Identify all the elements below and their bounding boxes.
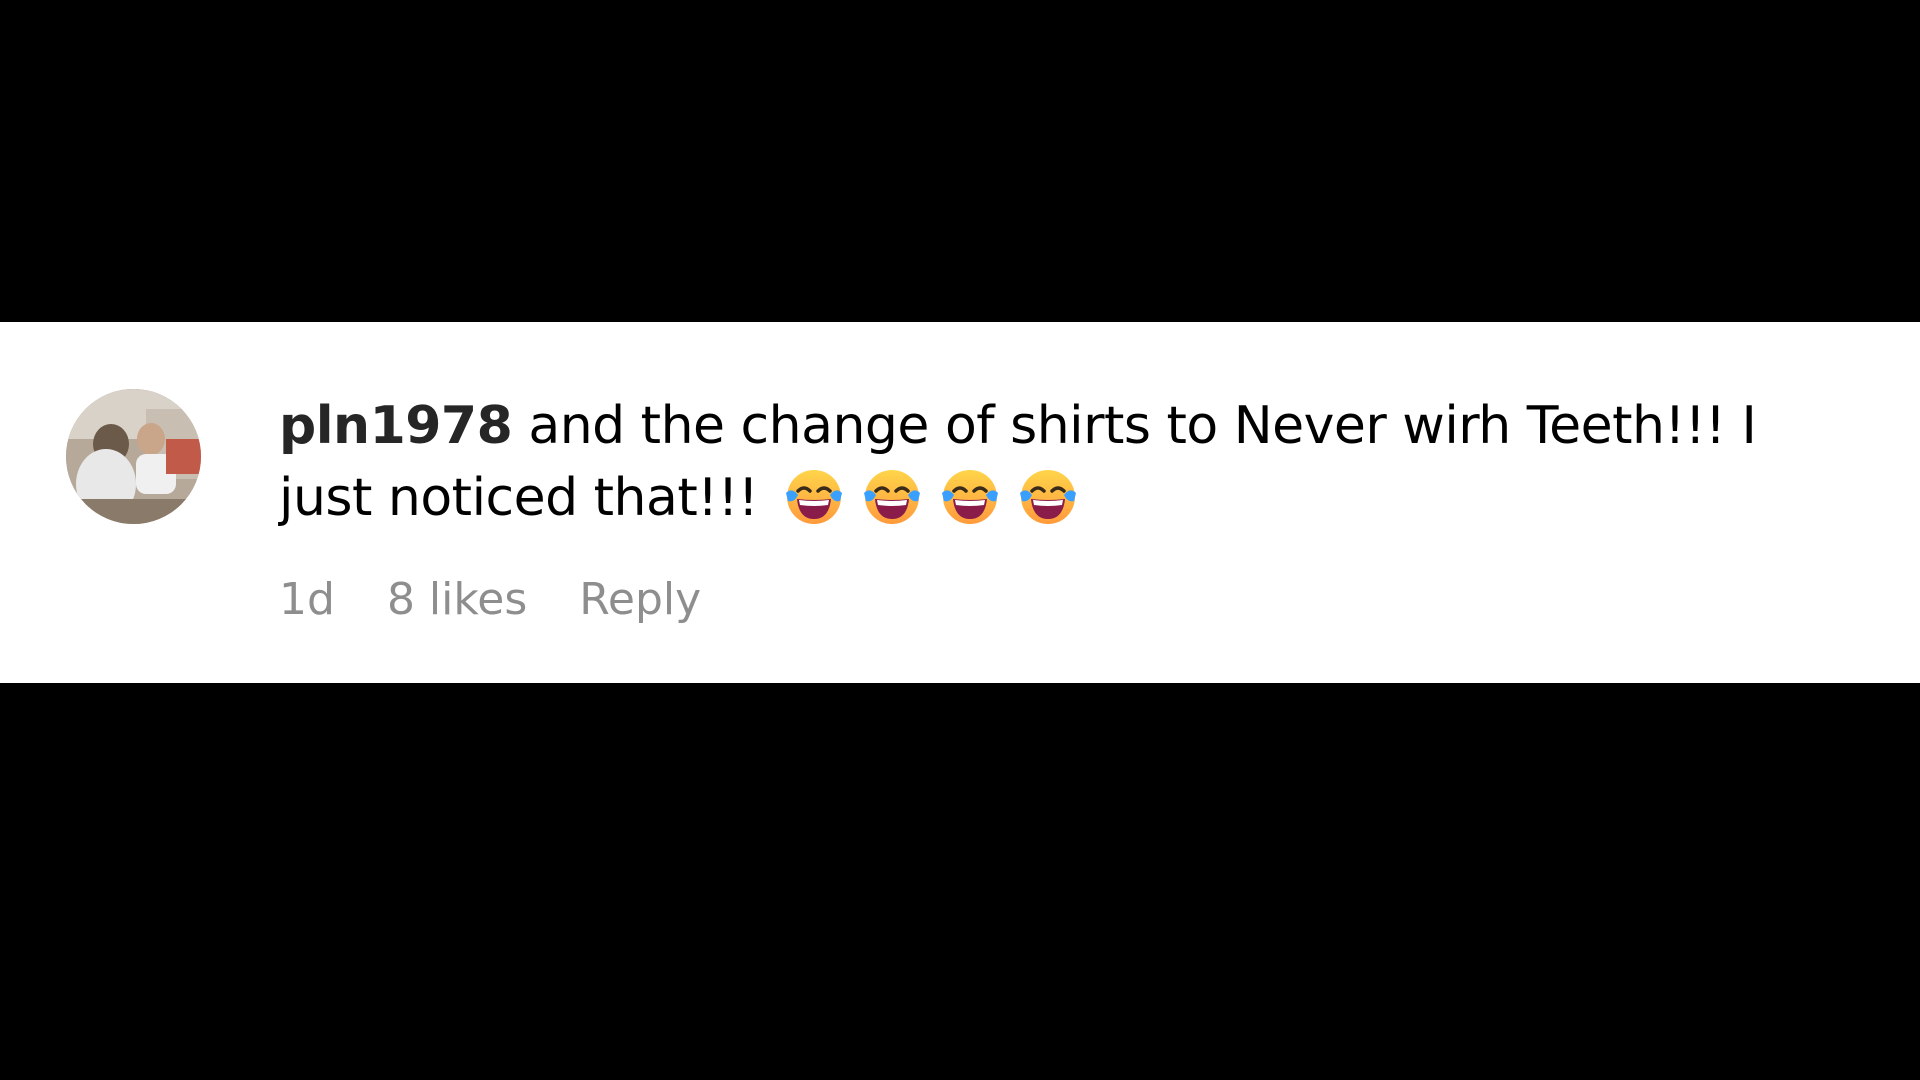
face-with-tears-of-joy-icon <box>940 467 1000 527</box>
comment-body: pln1978 and the change of shirts to Neve… <box>279 390 1859 534</box>
comment-timestamp[interactable]: 1d <box>279 574 335 625</box>
comment-username[interactable]: pln1978 <box>279 396 513 456</box>
reply-button[interactable]: Reply <box>579 574 701 625</box>
comment-meta: 1d 8 likes Reply <box>279 574 753 625</box>
comment-card: pln1978 and the change of shirts to Neve… <box>0 322 1920 683</box>
avatar[interactable] <box>66 389 201 524</box>
face-with-tears-of-joy-icon <box>1018 467 1078 527</box>
comment-text: pln1978 and the change of shirts to Neve… <box>279 390 1859 534</box>
face-with-tears-of-joy-icon <box>862 467 922 527</box>
face-with-tears-of-joy-icon <box>784 467 844 527</box>
likes-count[interactable]: 8 likes <box>387 574 527 625</box>
